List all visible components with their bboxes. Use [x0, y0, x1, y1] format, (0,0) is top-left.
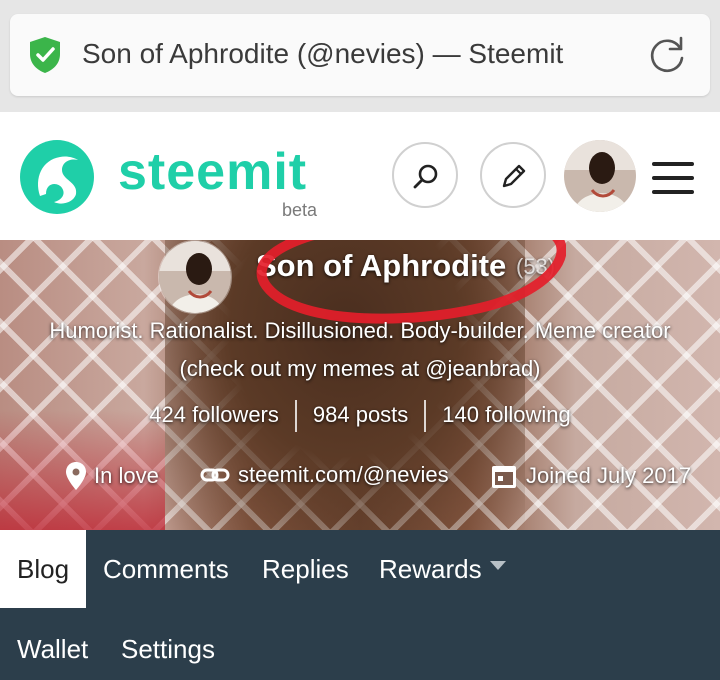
profile-location: In love [66, 462, 159, 490]
shield-check-icon [30, 37, 60, 73]
profile-tabs: Blog Comments Replies Rewards Wallet Set… [0, 530, 720, 680]
page-title: Son of Aphrodite (@nevies) — Steemit [82, 38, 564, 69]
steemit-logo-icon[interactable] [18, 138, 96, 216]
profile-joined: Joined July 2017 [490, 462, 691, 490]
location-text: In love [94, 463, 159, 488]
calendar-icon [492, 466, 516, 488]
tab-blog[interactable]: Blog [0, 530, 86, 608]
address-bar[interactable]: Son of Aphrodite (@nevies) — Steemit [10, 14, 710, 96]
profile-stats: 424 followers 984 posts 140 following [0, 400, 720, 432]
link-icon [200, 468, 230, 482]
pencil-icon [502, 164, 526, 188]
followers-count[interactable]: 424 followers [149, 402, 279, 427]
profile-cover: Son of Aphrodite (53) Humorist. Rational… [0, 240, 720, 530]
browser-chrome: Son of Aphrodite (@nevies) — Steemit [0, 0, 720, 112]
tab-comments[interactable]: Comments [103, 554, 229, 585]
location-pin-icon [66, 462, 86, 490]
user-avatar[interactable] [564, 140, 636, 212]
submit-post-button[interactable] [480, 142, 546, 208]
tab-settings[interactable]: Settings [121, 634, 215, 665]
tab-wallet[interactable]: Wallet [17, 634, 88, 665]
tab-blog-label: Blog [17, 554, 70, 584]
search-button[interactable] [392, 142, 458, 208]
reload-icon[interactable] [646, 34, 688, 76]
steemit-wordmark[interactable]: steemit [118, 142, 307, 202]
joined-date: Joined July 2017 [526, 463, 692, 488]
stats-divider [424, 400, 427, 432]
menu-icon[interactable] [652, 162, 694, 194]
site-header: steemit beta [0, 112, 720, 240]
tab-rewards[interactable]: Rewards [379, 554, 506, 585]
avatar-photo [564, 140, 636, 212]
search-icon [413, 164, 438, 189]
caret-down-icon [489, 560, 506, 570]
profile-website[interactable]: steemit.com/@nevies [200, 462, 449, 488]
website-link[interactable]: steemit.com/@nevies [238, 462, 449, 488]
profile-about: Humorist. Rationalist. Disillusioned. Bo… [49, 318, 671, 381]
beta-label: beta [282, 200, 318, 220]
posts-count: 984 posts [312, 401, 409, 427]
profile-avatar-photo [159, 241, 231, 313]
profile-avatar [158, 240, 232, 314]
tab-replies[interactable]: Replies [262, 554, 349, 585]
stats-divider [294, 400, 297, 432]
tab-rewards-label: Rewards [379, 554, 482, 584]
following-count[interactable]: 140 following [442, 402, 570, 427]
